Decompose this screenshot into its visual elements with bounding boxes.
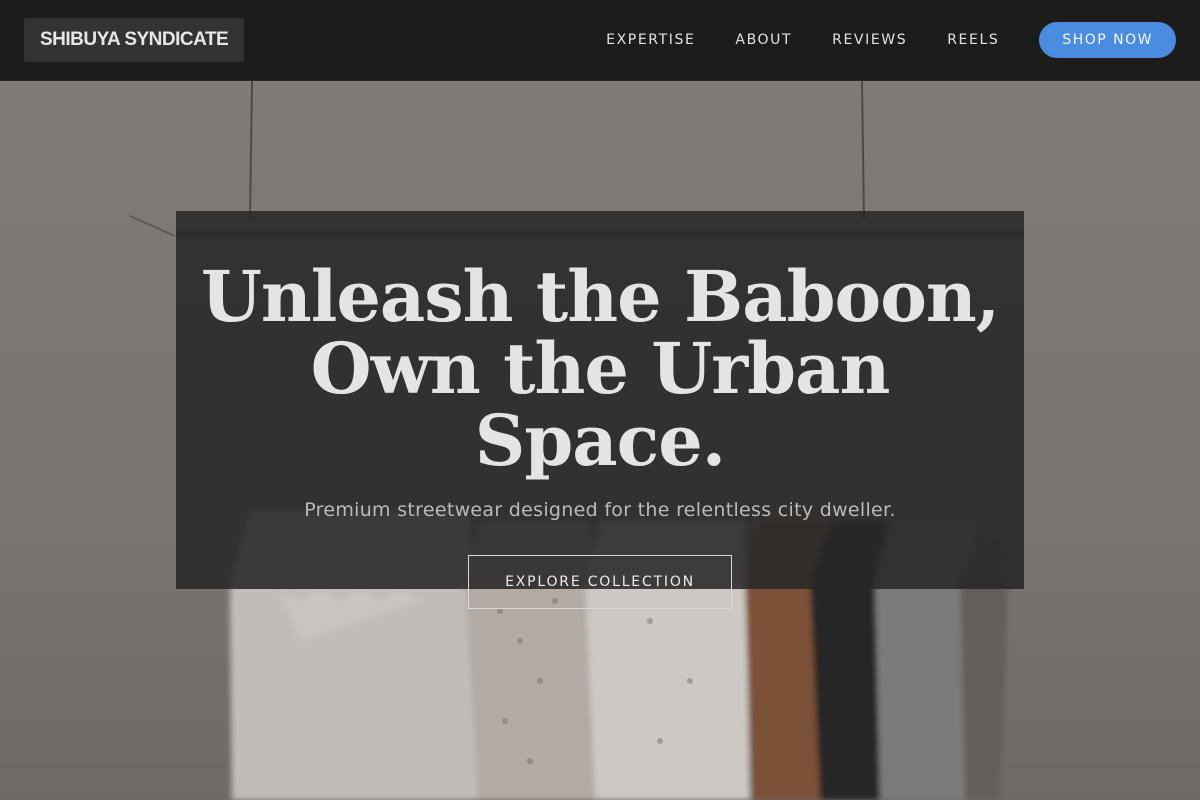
hero-headline-line-1: Unleash the Baboon, (200, 255, 1000, 338)
hero-text-panel: Unleash the Baboon, Own the Urban Space.… (176, 211, 1024, 609)
nav-link-reels[interactable]: REELS (947, 32, 999, 48)
hero-subtitle: Premium streetwear designed for the rele… (304, 499, 896, 521)
nav-link-reviews[interactable]: REVIEWS (832, 32, 907, 48)
explore-collection-button[interactable]: EXPLORE COLLECTION (468, 555, 732, 609)
nav-link-about[interactable]: ABOUT (735, 32, 792, 48)
shop-now-button[interactable]: SHOP NOW (1039, 22, 1176, 58)
brand-logo[interactable]: SHIBUYA SYNDICATE (24, 18, 245, 62)
hero-headline: Unleash the Baboon, Own the Urban Space. (176, 261, 1024, 477)
hero-headline-line-2: Own the Urban Space. (310, 327, 891, 482)
site-header: SHIBUYA SYNDICATE EXPERTISE ABOUT REVIEW… (0, 0, 1200, 81)
main-nav: EXPERTISE ABOUT REVIEWS REELS SHOP NOW (606, 22, 1176, 58)
nav-link-expertise[interactable]: EXPERTISE (606, 32, 695, 48)
